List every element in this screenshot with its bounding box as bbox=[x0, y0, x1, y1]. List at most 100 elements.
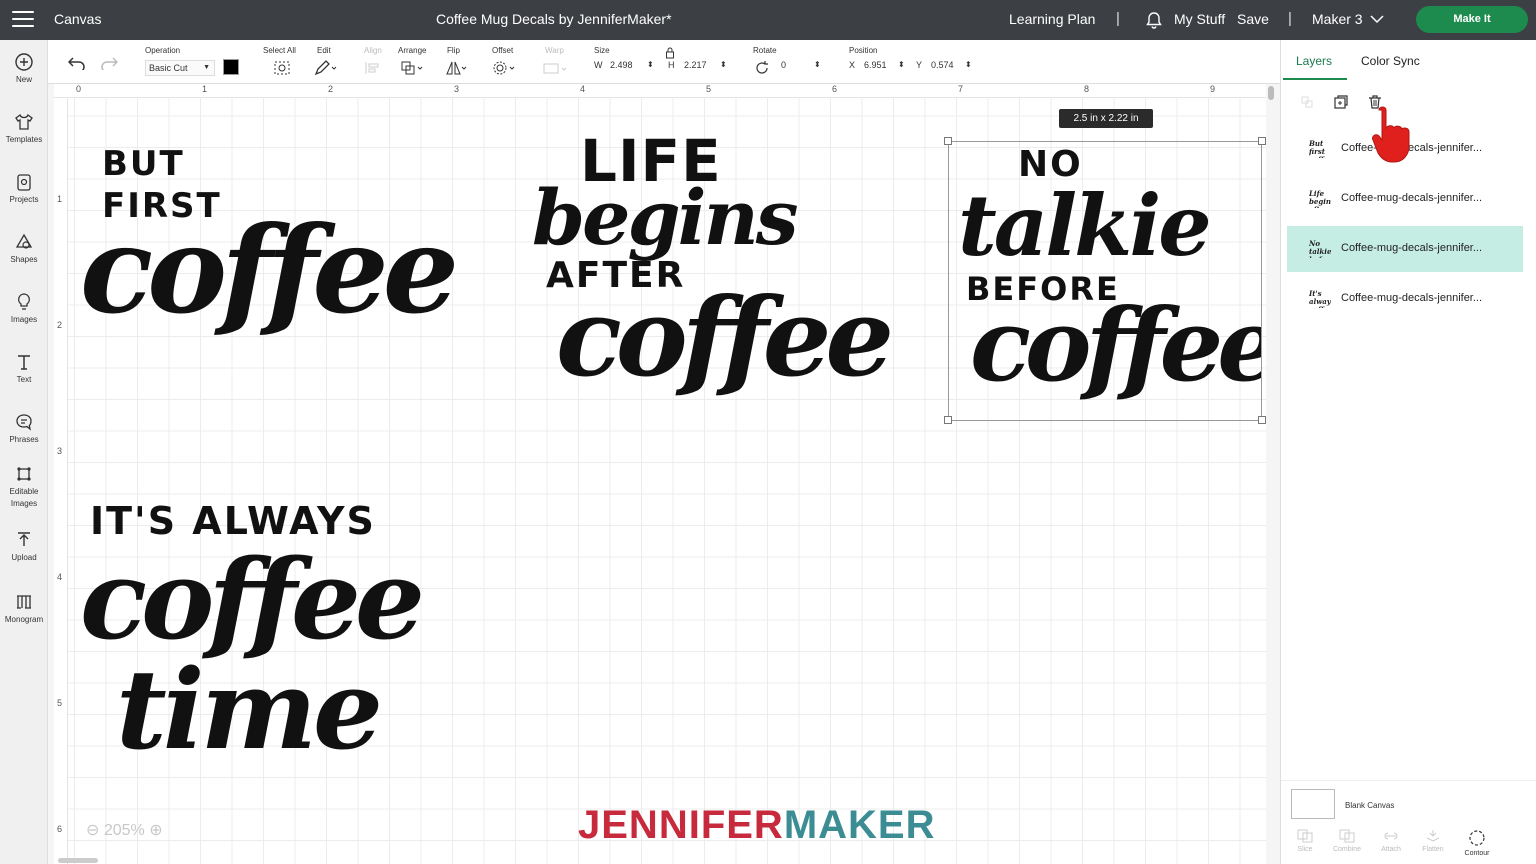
layer-name: Coffee-mug-decals-jennifer... bbox=[1341, 292, 1483, 304]
resize-handle[interactable] bbox=[944, 416, 952, 424]
chevron-down-icon[interactable] bbox=[1370, 14, 1384, 24]
select-all-icon[interactable] bbox=[273, 60, 291, 76]
resize-handle[interactable] bbox=[1258, 137, 1266, 145]
design-but-first-coffee[interactable]: BUT FIRST coffee bbox=[80, 140, 459, 400]
sidebar-item-projects[interactable]: Projects bbox=[0, 172, 48, 206]
tool-label: Combine bbox=[1332, 846, 1361, 853]
design-its-always-coffee-time[interactable]: IT'S ALWAYS coffee time bbox=[80, 495, 425, 785]
rotate-input[interactable]: 0 bbox=[781, 60, 786, 77]
ruler-tick: 3 bbox=[454, 84, 460, 94]
sidebar-item-upload[interactable]: Upload bbox=[0, 530, 48, 564]
align-label: Align bbox=[364, 46, 382, 55]
flip-icon[interactable] bbox=[444, 60, 468, 76]
text-icon bbox=[18, 355, 30, 370]
my-stuff-link[interactable]: My Stuff bbox=[1174, 11, 1225, 27]
ruler-tick: 7 bbox=[958, 84, 964, 94]
combine-icon bbox=[1339, 829, 1355, 843]
design-script-text: coffee bbox=[556, 275, 894, 401]
contour-button[interactable]: Contour bbox=[1457, 829, 1497, 857]
machine-selector[interactable]: Maker 3 bbox=[1312, 11, 1363, 27]
sidebar-item-editable-images[interactable]: Editable Images bbox=[0, 464, 48, 510]
selection-bounding-box[interactable] bbox=[948, 141, 1262, 421]
sidebar-item-phrases[interactable]: Phrases bbox=[0, 412, 48, 446]
ruler-tick: 9 bbox=[1210, 84, 1216, 94]
duplicate-icon[interactable] bbox=[1333, 94, 1349, 110]
blank-canvas-label: Blank Canvas bbox=[1345, 801, 1395, 810]
rotate-stepper-icon[interactable]: ⬍ bbox=[814, 60, 821, 77]
lock-icon[interactable] bbox=[665, 47, 675, 59]
projects-icon bbox=[17, 174, 31, 191]
ruler-tick: 0 bbox=[76, 84, 82, 94]
tab-color-sync[interactable]: Color Sync bbox=[1361, 54, 1420, 68]
position-label: Position bbox=[849, 46, 878, 55]
resize-handle[interactable] bbox=[1258, 416, 1266, 424]
blank-canvas-swatch[interactable] bbox=[1291, 789, 1335, 819]
undo-icon[interactable] bbox=[68, 56, 86, 70]
editable-images-icon bbox=[17, 467, 31, 481]
select-all-label: Select All bbox=[263, 46, 296, 55]
x-stepper-icon[interactable]: ⬍ bbox=[898, 60, 905, 77]
sidebar-item-monogram[interactable]: Monogram bbox=[0, 592, 48, 626]
redo-icon[interactable] bbox=[100, 56, 118, 70]
zoom-in-icon[interactable]: ⊕ bbox=[149, 822, 162, 839]
edit-pencil-icon[interactable] bbox=[314, 60, 338, 76]
bell-icon[interactable] bbox=[1146, 11, 1162, 29]
offset-label: Offset bbox=[492, 46, 514, 55]
horizontal-scrollbar[interactable] bbox=[58, 858, 98, 863]
flatten-button: Flatten bbox=[1413, 829, 1453, 853]
height-stepper-icon[interactable]: ⬍ bbox=[720, 60, 727, 77]
operation-color-swatch[interactable] bbox=[223, 59, 239, 75]
ruler-tick: 1 bbox=[202, 84, 208, 94]
flatten-icon bbox=[1426, 830, 1440, 842]
height-prefix: H bbox=[668, 60, 675, 70]
sidebar-item-shapes[interactable]: Shapes bbox=[0, 232, 48, 266]
warp-icon bbox=[543, 63, 567, 74]
width-stepper-icon[interactable]: ⬍ bbox=[647, 60, 654, 77]
ruler-tick: 1 bbox=[57, 194, 63, 204]
watermark-part: JENNIFER bbox=[578, 803, 784, 847]
y-stepper-icon[interactable]: ⬍ bbox=[965, 60, 972, 77]
layer-name: Coffee-mug-decals-jennifer... bbox=[1341, 192, 1483, 204]
ruler-tick: 3 bbox=[57, 446, 63, 456]
sidebar-item-text[interactable]: Text bbox=[0, 352, 48, 386]
arrange-icon[interactable] bbox=[400, 60, 426, 76]
vertical-scrollbar[interactable] bbox=[1268, 86, 1274, 100]
top-ruler: 0 1 2 3 4 5 6 7 8 9 bbox=[54, 84, 1266, 98]
separator: | bbox=[1116, 10, 1120, 27]
height-input[interactable]: 2.217 bbox=[684, 60, 707, 77]
x-position-input[interactable]: 6.951 bbox=[864, 60, 887, 77]
offset-icon[interactable] bbox=[492, 60, 518, 76]
panel-bottom: Blank Canvas Slice Combine Attach Flatte… bbox=[1281, 780, 1536, 864]
operation-select[interactable]: Basic Cut ▼ bbox=[145, 60, 215, 76]
sidebar-item-templates[interactable]: Templates bbox=[0, 112, 48, 146]
tool-label: Slice bbox=[1297, 846, 1313, 853]
sidebar-item-label: Editable bbox=[9, 487, 39, 496]
layer-name: Coffee-mug-decals-jennifer... bbox=[1341, 242, 1483, 254]
layer-row[interactable]: Life begins after coffee Coffee-mug-deca… bbox=[1287, 176, 1523, 222]
tab-layers[interactable]: Layers bbox=[1296, 54, 1332, 68]
x-prefix: X bbox=[849, 60, 856, 70]
sidebar-item-images[interactable]: Images bbox=[0, 292, 48, 326]
tool-label: Attach bbox=[1381, 846, 1401, 853]
hamburger-menu-icon[interactable] bbox=[12, 11, 34, 29]
ruler-tick: 2 bbox=[57, 320, 63, 330]
layer-row-selected[interactable]: No talkie before coffee Coffee-mug-decal… bbox=[1287, 226, 1523, 272]
sidebar-item-new[interactable]: New bbox=[0, 52, 48, 86]
ruler-tick: 8 bbox=[1084, 84, 1090, 94]
make-it-button[interactable]: Make It bbox=[1416, 6, 1528, 33]
resize-handle[interactable] bbox=[944, 137, 952, 145]
layer-row[interactable]: It's always coffee time Coffee-mug-decal… bbox=[1287, 276, 1523, 322]
project-title[interactable]: Coffee Mug Decals by JenniferMaker* bbox=[436, 11, 672, 27]
zoom-out-icon[interactable]: ⊖ bbox=[86, 822, 99, 839]
speech-bubble-icon bbox=[16, 414, 32, 431]
operation-label: Operation bbox=[145, 46, 181, 55]
y-position-input[interactable]: 0.574 bbox=[931, 60, 954, 77]
left-ruler: 1 2 3 4 5 6 bbox=[54, 98, 68, 864]
design-script-text: coffee bbox=[80, 200, 459, 341]
width-input[interactable]: 2.498 bbox=[610, 60, 633, 77]
sidebar-item-label: Text bbox=[16, 375, 32, 384]
design-life-begins-after-coffee[interactable]: LIFE begins AFTER coffee bbox=[528, 125, 894, 425]
save-button[interactable]: Save bbox=[1237, 11, 1269, 27]
learning-plan-link[interactable]: Learning Plan bbox=[1009, 11, 1095, 27]
size-label: Size bbox=[594, 46, 610, 55]
